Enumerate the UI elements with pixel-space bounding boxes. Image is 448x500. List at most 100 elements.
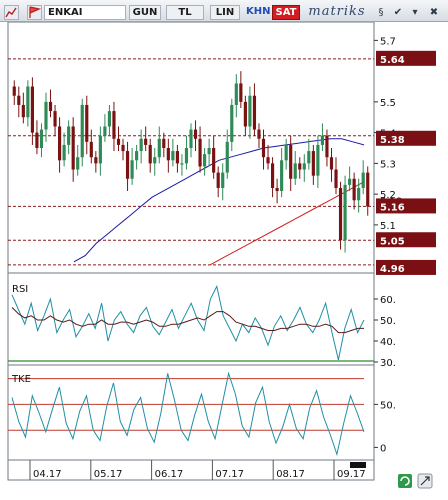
candle-body bbox=[94, 157, 98, 164]
chart-canvas: 5.75.55.45.35.25.15.645.385.185.165.054.… bbox=[7, 22, 436, 489]
candle-body bbox=[67, 126, 71, 145]
candle-body bbox=[357, 187, 361, 201]
candle-body bbox=[80, 104, 84, 158]
candle-body bbox=[275, 187, 279, 192]
candle-body bbox=[221, 172, 225, 188]
candle-body bbox=[112, 111, 116, 139]
candle-body bbox=[348, 178, 352, 185]
candle-body bbox=[343, 184, 347, 241]
price-level-label: 4.96 bbox=[380, 264, 405, 275]
candle-body bbox=[189, 129, 193, 148]
candle-body bbox=[125, 151, 130, 179]
candle-body bbox=[193, 129, 198, 139]
chart-type-icon[interactable] bbox=[4, 5, 19, 20]
candle-body bbox=[230, 104, 234, 142]
candle-body bbox=[17, 95, 21, 105]
candle-body bbox=[307, 151, 311, 164]
candle-body bbox=[234, 83, 238, 105]
candle-body bbox=[216, 172, 220, 188]
rsi-tick-label: 50. bbox=[380, 316, 396, 327]
candle-body bbox=[338, 187, 343, 241]
candle-body bbox=[366, 172, 370, 207]
candle-body bbox=[57, 126, 62, 161]
candle-body bbox=[89, 141, 93, 158]
x-tick-label: 05.17 bbox=[94, 469, 123, 480]
resize-icon[interactable] bbox=[417, 473, 433, 489]
x-tick-label: 07.17 bbox=[215, 469, 244, 480]
candle-body bbox=[103, 126, 107, 136]
candle-body bbox=[243, 101, 247, 127]
candle-body bbox=[361, 172, 365, 188]
close-icon[interactable]: ✖ bbox=[428, 5, 440, 20]
candle-body bbox=[289, 144, 293, 179]
currency-button[interactable]: TL bbox=[166, 5, 204, 20]
candle-body bbox=[248, 95, 252, 127]
symbol-field[interactable]: ENKAI bbox=[44, 5, 126, 20]
matriks-logo: matriks bbox=[308, 4, 366, 19]
candle-body bbox=[144, 138, 148, 145]
candle-body bbox=[293, 163, 297, 179]
x-tick-label: 09.17 bbox=[337, 469, 366, 480]
rsi-tick-label: 60. bbox=[380, 295, 396, 306]
candle-body bbox=[71, 126, 75, 170]
rsi-tick-label: 30. bbox=[380, 358, 396, 369]
scroll-icon[interactable]: § bbox=[375, 5, 387, 20]
refresh-icon[interactable] bbox=[398, 474, 412, 488]
candle-body bbox=[352, 178, 356, 201]
price-level-label: 5.38 bbox=[380, 135, 405, 146]
candle-body bbox=[171, 151, 175, 161]
candle-body bbox=[166, 148, 170, 161]
candle-body bbox=[162, 138, 166, 148]
candle-body bbox=[270, 163, 275, 188]
candle-body bbox=[329, 157, 334, 170]
x-tick-label: 04.17 bbox=[33, 469, 62, 480]
candle-body bbox=[53, 111, 57, 127]
scale-button[interactable]: LIN bbox=[210, 5, 240, 20]
rsi-title: RSI bbox=[12, 284, 28, 295]
current-date-marker bbox=[350, 462, 366, 468]
candle-body bbox=[121, 144, 125, 152]
candle-body bbox=[157, 138, 161, 158]
plot-frame bbox=[7, 22, 375, 481]
flag-icon[interactable] bbox=[27, 5, 42, 20]
price-tick-label: 5.1 bbox=[380, 221, 396, 232]
candle-body bbox=[203, 154, 207, 167]
candle-body bbox=[225, 141, 229, 173]
candle-body bbox=[334, 169, 338, 188]
candle-body bbox=[12, 86, 16, 96]
candle-body bbox=[21, 104, 25, 118]
tke-title: TKE bbox=[11, 374, 31, 385]
candle-body bbox=[148, 144, 152, 164]
price-level-label: 5.16 bbox=[380, 202, 405, 213]
tke-tick-label: 0 bbox=[380, 443, 386, 454]
price-tick-label: 5.7 bbox=[380, 36, 396, 47]
dropdown-icon[interactable]: ▾ bbox=[409, 5, 421, 20]
candle-body bbox=[239, 83, 243, 102]
candle-body bbox=[212, 148, 216, 173]
candle-body bbox=[30, 86, 34, 133]
candle-body bbox=[48, 101, 53, 112]
candle-body bbox=[44, 101, 48, 130]
candle-body bbox=[98, 135, 102, 164]
candle-body bbox=[180, 163, 184, 165]
candle-body bbox=[85, 104, 89, 142]
candle-body bbox=[116, 138, 121, 145]
candle-body bbox=[184, 148, 189, 164]
candle-body bbox=[107, 111, 112, 127]
sell-button[interactable]: SAT bbox=[272, 5, 300, 20]
candle-body bbox=[35, 132, 39, 148]
price-tick-label: 5.3 bbox=[380, 159, 396, 170]
price-level-label: 5.05 bbox=[380, 236, 405, 247]
candle-body bbox=[311, 151, 315, 176]
candle-body bbox=[266, 157, 270, 164]
candle-body bbox=[302, 163, 306, 170]
x-tick-label: 08.17 bbox=[276, 469, 305, 480]
candle-body bbox=[175, 151, 179, 164]
price-level-label: 5.64 bbox=[380, 55, 405, 66]
candle-body bbox=[320, 135, 325, 145]
candle-body bbox=[198, 138, 202, 167]
checkmark-icon[interactable]: ✔ bbox=[392, 5, 404, 20]
khn-label[interactable]: KHN bbox=[246, 5, 271, 20]
candle-body bbox=[280, 160, 284, 192]
period-button[interactable]: GUN bbox=[129, 5, 161, 20]
